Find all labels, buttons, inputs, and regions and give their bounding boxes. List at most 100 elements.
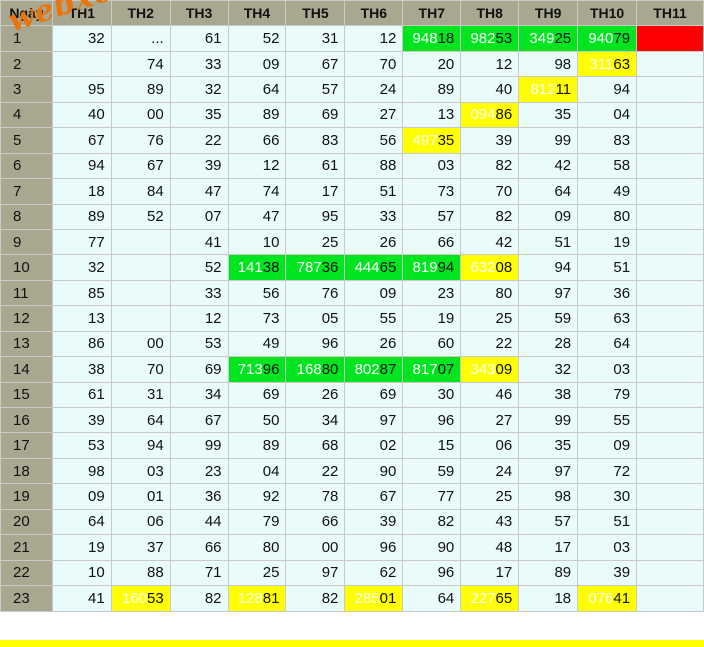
result-cell: 89 <box>402 76 462 103</box>
result-value: 94 <box>613 81 631 99</box>
result-value: 03 <box>613 538 631 556</box>
result-cell: 55 <box>577 406 638 434</box>
result-value: 32 <box>88 259 105 277</box>
result-value: 89 <box>146 81 164 99</box>
table-row: 17 53 94 99 89 68 02 15 06 35 09 <box>0 432 704 459</box>
result-cell: 07641 <box>577 585 638 612</box>
result-cell: 16053 <box>110 585 171 612</box>
result-cell: 07 <box>169 203 229 230</box>
result-value: 13 <box>88 309 105 327</box>
result-cell <box>636 508 704 536</box>
result-value: 30 <box>437 386 455 404</box>
result-cell: 31 <box>285 25 346 52</box>
result-value: 79 <box>613 386 631 404</box>
result-cell: 82 <box>460 203 520 230</box>
result-value: 79 <box>613 30 631 48</box>
day-cell: 18 <box>0 457 53 485</box>
result-cell <box>51 50 112 78</box>
result-value: 41 <box>88 589 105 607</box>
result-value: 65 <box>495 589 513 607</box>
result-cell: 94818 <box>402 25 462 52</box>
result-cell: 33 <box>169 50 229 78</box>
result-value: 98 <box>554 55 572 73</box>
result-cell: 98253 <box>460 25 520 52</box>
result-value: 84 <box>146 182 164 200</box>
result-cell: 28501 <box>344 585 404 612</box>
result-value: 17 <box>495 564 513 582</box>
day-cell: 17 <box>0 432 53 459</box>
result-cell: 76 <box>285 279 346 307</box>
result-value: 19 <box>437 309 455 327</box>
result-value: 82 <box>204 589 222 607</box>
result-cell: 42 <box>460 228 520 256</box>
result-cell: 12 <box>460 50 520 78</box>
table-row: 18 98 03 23 04 22 90 59 24 97 72 <box>0 457 704 485</box>
result-cell: 68 <box>285 432 346 459</box>
result-cell: 56 <box>227 279 287 307</box>
result-cell: 80287 <box>344 356 404 383</box>
day-cell: 14 <box>0 356 53 383</box>
result-value: 82 <box>437 513 455 531</box>
result-value: 39 <box>613 564 631 582</box>
result-prefix: 817 <box>412 360 438 378</box>
result-cell: 12 <box>227 152 287 180</box>
table-row: 23 41 16053 82 12881 82 28501 64 22765 18 07641 <box>0 585 704 612</box>
result-cell: 46 <box>460 381 520 409</box>
table-row: 22 10 88 71 25 97 62 96 17 89 39 <box>0 559 704 587</box>
result-cell: 66 <box>169 534 229 561</box>
result-cell: 39 <box>51 406 112 434</box>
result-cell: 47 <box>169 178 229 205</box>
result-cell <box>636 178 704 205</box>
result-value: 58 <box>613 157 631 175</box>
result-cell: 96 <box>402 406 462 434</box>
result-value: 52 <box>146 208 164 226</box>
result-cell: 97 <box>518 279 579 307</box>
result-prefix: 343 <box>470 360 496 378</box>
result-cell: 55 <box>344 305 404 332</box>
result-cell: 06 <box>110 508 171 536</box>
result-prefix: 168 <box>296 360 322 378</box>
result-value: 22 <box>321 462 339 480</box>
column-header-th6: TH6 <box>344 0 404 27</box>
result-value: 82 <box>495 208 513 226</box>
result-prefix: 141 <box>237 259 263 277</box>
result-cell: 35 <box>518 101 579 129</box>
result-value: 32 <box>554 360 572 378</box>
result-prefix: 812 <box>530 81 556 99</box>
result-value: 39 <box>88 411 105 429</box>
result-value: 48 <box>495 538 513 556</box>
table-row: 4 40 00 35 89 69 27 13 09486 35 04 <box>0 101 704 129</box>
day-cell: 2 <box>0 50 53 78</box>
result-value: 67 <box>321 55 339 73</box>
result-prefix: 128 <box>237 589 263 607</box>
result-value: 46 <box>495 386 513 404</box>
result-value: 66 <box>321 513 339 531</box>
table-row: 2 74 33 09 67 70 20 12 98 31163 <box>0 50 704 78</box>
result-cell: 95 <box>285 203 346 230</box>
result-value: 12 <box>379 30 397 48</box>
result-value: 04 <box>613 106 631 124</box>
result-value: 20 <box>437 55 455 73</box>
day-cell: 20 <box>0 508 53 536</box>
result-cell <box>636 101 704 129</box>
result-cell: 63208 <box>460 254 520 281</box>
result-cell: 23 <box>402 279 462 307</box>
result-value: 96 <box>437 564 455 582</box>
result-value: 07 <box>204 208 222 226</box>
result-value: 40 <box>88 106 105 124</box>
result-value: 74 <box>146 55 164 73</box>
result-cell: 33 <box>344 203 404 230</box>
result-cell: 94079 <box>577 25 638 52</box>
result-value: 39 <box>379 513 397 531</box>
result-cell: 64 <box>110 406 171 434</box>
result-value: 80 <box>321 360 339 378</box>
result-value: 10 <box>88 564 105 582</box>
result-value: 70 <box>495 182 513 200</box>
result-value: 25 <box>495 488 513 506</box>
result-cell <box>636 406 704 434</box>
result-cell: 64 <box>227 76 287 103</box>
result-value: 50 <box>262 411 280 429</box>
result-value: 03 <box>146 462 164 480</box>
result-value: 97 <box>554 462 572 480</box>
result-value: 35 <box>554 437 572 455</box>
